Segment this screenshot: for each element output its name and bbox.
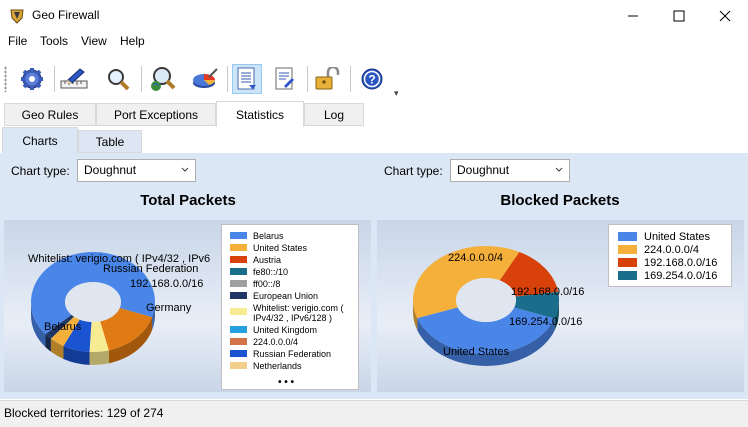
toolbar-separator (350, 66, 351, 92)
legend-swatch (618, 258, 637, 267)
magnifier-icon (108, 69, 130, 91)
report-button[interactable] (270, 64, 300, 94)
main-tab-strip: Geo Rules Port Exceptions Statistics Log (0, 101, 748, 128)
pie-chart-icon (193, 68, 218, 88)
maximize-button[interactable] (656, 0, 702, 31)
slice-label-russia: Russian Federation (103, 263, 198, 275)
left-chart-type-label: Chart type: (11, 164, 70, 178)
slice-label-belarus: Belarus (44, 321, 82, 333)
tab-log[interactable]: Log (304, 103, 364, 126)
legend-swatch (230, 292, 247, 299)
legend-swatch (230, 244, 247, 251)
menu-view[interactable]: View (81, 34, 107, 48)
lookup-ip-button[interactable] (148, 64, 178, 94)
slice-label-224: 224.0.0.0/4 (448, 252, 503, 264)
statistics-button[interactable] (190, 64, 220, 94)
tab-table[interactable]: Table (78, 130, 142, 153)
legend-swatch (230, 232, 247, 239)
status-bar: Blocked territories: 129 of 274 (0, 400, 748, 427)
gear-icon (21, 68, 43, 90)
ruler-pencil-icon (60, 68, 88, 89)
legend-swatch (230, 350, 247, 357)
menu-bar: File Tools View Help (0, 31, 748, 51)
legend-swatch (230, 280, 247, 287)
menu-tools[interactable]: Tools (40, 34, 68, 48)
legend-swatch (230, 338, 247, 345)
help-icon: ? (361, 68, 383, 90)
right-chart-type-select[interactable]: Doughnut (450, 159, 570, 182)
chevron-down-icon (181, 167, 189, 172)
unlock-button[interactable] (312, 64, 342, 94)
tab-statistics[interactable]: Statistics (216, 101, 304, 128)
app-shield-icon (10, 9, 24, 24)
slice-wall-whitelist-verigio-com-ipv4-32-ipv6-128- (89, 350, 109, 365)
tab-port-exceptions[interactable]: Port Exceptions (96, 103, 216, 126)
legend-swatch (230, 256, 247, 263)
close-icon (719, 10, 731, 21)
toolbar-separator (54, 66, 55, 92)
right-chart-title: Blocked Packets (500, 192, 620, 209)
toolbar-overflow-icon[interactable]: ▾ (394, 88, 399, 99)
padlock-open-icon (315, 67, 340, 90)
legend-swatch (230, 268, 247, 275)
document-list-icon (237, 67, 256, 90)
left-chart-type-value: Doughnut (84, 163, 137, 177)
toolbar-separator (307, 66, 308, 92)
doughnut-hole (65, 282, 121, 322)
slice-label-192: 192.168.0.0/16 (130, 278, 203, 290)
legend-swatch (230, 326, 247, 333)
legend-swatch (230, 308, 247, 315)
legend-more-indicator[interactable]: • • • (278, 377, 294, 388)
left-chart-type-select[interactable]: Doughnut (77, 159, 196, 182)
minimize-icon (628, 15, 638, 16)
right-chart-type-value: Doughnut (457, 163, 510, 177)
slice-label-germany: Germany (146, 302, 192, 314)
left-legend: Belarus United States Austria fe80::/10 … (221, 224, 359, 390)
legend-swatch (618, 271, 637, 280)
search-button[interactable] (103, 64, 133, 94)
status-text: Blocked territories: 129 of 274 (4, 406, 164, 420)
minimize-button[interactable] (610, 0, 656, 31)
toolbar-separator (141, 66, 142, 92)
chevron-down-icon (555, 167, 563, 172)
help-button[interactable]: ? (357, 64, 387, 94)
toolbar-grip[interactable] (4, 66, 7, 92)
globe-magnifier-icon (151, 67, 176, 91)
toolbar: ? ▾ (0, 58, 748, 100)
left-chart-title: Total Packets (140, 192, 236, 209)
slice-label-169: 169.254.0.0/16 (509, 316, 582, 328)
menu-help[interactable]: Help (120, 34, 145, 48)
doughnut-hole (456, 278, 516, 322)
settings-button[interactable] (17, 64, 47, 94)
tab-charts[interactable]: Charts (2, 127, 78, 153)
toolbar-separator (227, 66, 228, 92)
sub-tab-strip: Charts Table (0, 127, 748, 153)
close-button[interactable] (702, 0, 748, 31)
document-edit-icon (275, 67, 294, 90)
right-chart-type-label: Chart type: (384, 164, 443, 178)
maximize-icon (673, 10, 685, 21)
title-bar: Geo Firewall (0, 0, 748, 31)
menu-file[interactable]: File (8, 34, 27, 48)
slice-label-us: United States (443, 346, 510, 358)
log-view-button[interactable] (232, 64, 262, 94)
window-title: Geo Firewall (32, 8, 100, 22)
legend-swatch (618, 232, 637, 241)
slice-label-192: 192.168.0.0/16 (511, 286, 584, 298)
legend-swatch (618, 245, 637, 254)
legend-swatch (230, 362, 247, 369)
edit-rules-button[interactable] (59, 64, 89, 94)
svg-text:?: ? (368, 73, 375, 87)
right-legend: United States 224.0.0.0/4 192.168.0.0/16… (608, 224, 732, 287)
tab-geo-rules[interactable]: Geo Rules (4, 103, 96, 126)
